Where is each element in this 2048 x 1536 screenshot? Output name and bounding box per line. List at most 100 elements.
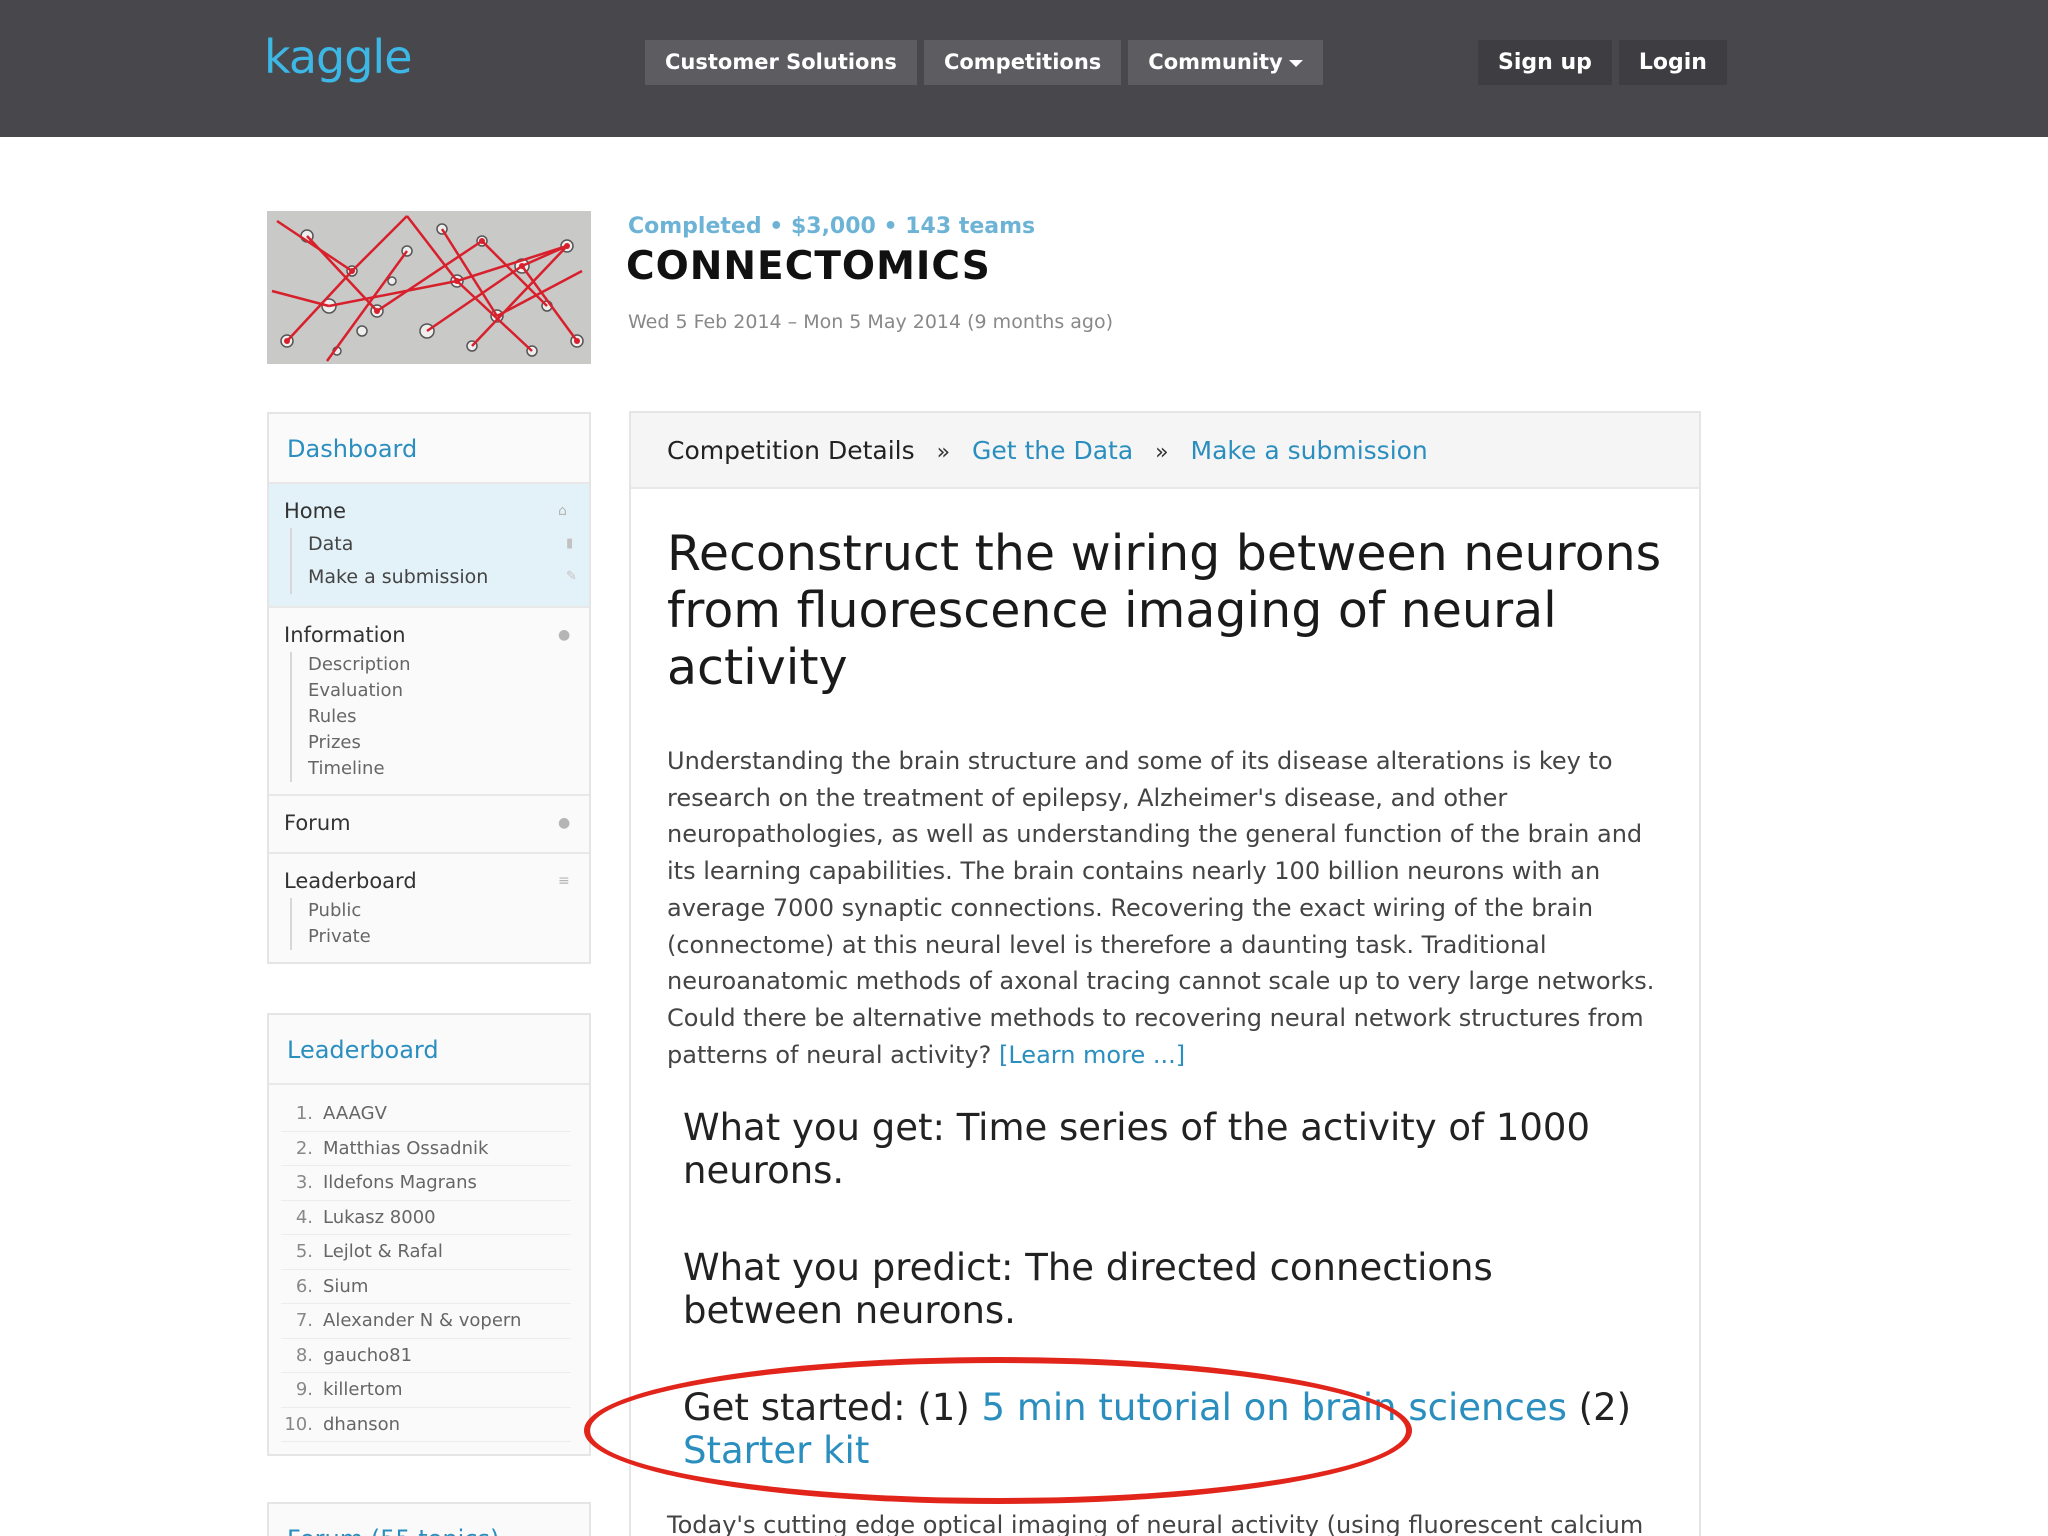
sidebar-item-leaderboard[interactable]: Leaderboard ≡ [284, 864, 574, 898]
leaderboard-team-name[interactable]: dhanson [323, 1414, 400, 1435]
kaggle-logo[interactable]: kaggle [264, 30, 412, 84]
leaderboard-list: 1. AAAGV 2. Matthias Ossadnik 3. Ildefons Mag… [269, 1085, 589, 1454]
competition-description: Understanding the brain structure and so… [667, 743, 1677, 1073]
nav-group-forum: Forum ● [269, 796, 589, 854]
leaderboard-row[interactable]: 8. gaucho81 [281, 1339, 571, 1373]
leaderboard-team-name[interactable]: Alexander N & vopern [323, 1310, 521, 1331]
annotation-ellipse [584, 1357, 1412, 1504]
leaderboard-row[interactable]: 4. Lukasz 8000 [281, 1201, 571, 1235]
competition-dates: Wed 5 Feb 2014 – Mon 5 May 2014 (9 month… [628, 311, 1114, 333]
leaderboard-rank: 2. [295, 1137, 313, 1159]
leaderboard-rank: 8. [295, 1344, 313, 1366]
sidebar-item-forum[interactable]: Forum ● [284, 806, 574, 840]
leaderboard-rank: 7. [295, 1310, 313, 1332]
leaderboard-team-name[interactable]: gaucho81 [323, 1345, 412, 1366]
neuron-network-image [267, 211, 591, 364]
learn-more-link[interactable]: [Learn more ...] [999, 1041, 1185, 1069]
what-you-get: What you get: Time series of the activit… [683, 1106, 1590, 1192]
leaderboard-row[interactable]: 7. Alexander N & vopern [281, 1304, 571, 1339]
sidebar-item-description[interactable]: Description [308, 652, 574, 678]
trash-icon: ▮ [566, 536, 574, 551]
leaderboard-rank: 10. [284, 1413, 313, 1435]
leaderboard-row[interactable]: 5. Lejlot & Rafal [281, 1235, 571, 1270]
breadcrumb-get-data-link[interactable]: Get the Data [972, 436, 1133, 465]
home-icon: ⌂ [558, 503, 567, 519]
breadcrumb-separator: » [1155, 440, 1169, 465]
leaderboard-team-name[interactable]: Matthias Ossadnik [323, 1138, 488, 1159]
leaderboard-team-name[interactable]: AAAGV [323, 1103, 387, 1124]
nav-group-home: Home ⌂ Data ▮ Make a submission ✎ [269, 484, 589, 608]
sidebar-item-prizes[interactable]: Prizes [308, 730, 574, 756]
leaderboard-sublist: Public Private [290, 898, 574, 950]
information-sublist: Description Evaluation Rules Prizes Time… [290, 652, 574, 782]
forum-panel-title[interactable]: Forum (55 topics) [269, 1504, 589, 1536]
competition-status: Completed • $3,000 • 143 teams [628, 214, 1036, 239]
leaderboard-panel-title[interactable]: Leaderboard [269, 1015, 589, 1085]
leaderboard-row[interactable]: 1. AAAGV [281, 1097, 571, 1132]
login-button[interactable]: Login [1618, 40, 1727, 85]
leaderboard-rank: 3. [295, 1172, 313, 1194]
what-you-predict: What you predict: The directed connectio… [683, 1246, 1493, 1332]
nav-group-leaderboard: Leaderboard ≡ Public Private [269, 854, 589, 962]
leaderboard-row[interactable]: 10. dhanson [281, 1408, 571, 1442]
competition-title: CONNECTOMICS [626, 244, 991, 289]
leaderboard-panel: Leaderboard 1. AAAGV 2. Matthias Ossadnik 3.… [267, 1013, 591, 1456]
leaderboard-team-name[interactable]: Lejlot & Rafal [323, 1241, 443, 1262]
dashboard-title[interactable]: Dashboard [269, 414, 589, 484]
competition-headline: Reconstruct the wiring between neurons f… [667, 525, 1662, 696]
sidebar-item-data-label: Data [308, 533, 354, 555]
nav-group-information: Information ● Description Evaluation Rul… [269, 608, 589, 796]
leaderboard-row[interactable]: 9. killertom [281, 1373, 571, 1408]
signup-button[interactable]: Sign up [1478, 40, 1612, 85]
leaderboard-rank: 4. [295, 1206, 313, 1228]
leaderboard-team-name[interactable]: Lukasz 8000 [323, 1207, 436, 1228]
breadcrumb-current: Competition Details [667, 436, 915, 465]
sidebar-item-data[interactable]: Data ▮ [308, 528, 574, 561]
sidebar-item-information[interactable]: Information ● [284, 618, 574, 652]
breadcrumb-separator: » [936, 440, 951, 465]
bottom-text: Today's cutting edge optical imaging of … [667, 1511, 1644, 1536]
sidebar-item-leaderboard-label: Leaderboard [284, 869, 417, 893]
auth-buttons: Sign up Login [1478, 40, 1727, 85]
edit-icon: ✎ [566, 569, 577, 584]
top-navbar: kaggle Customer Solutions Competitions C… [0, 0, 2048, 137]
competition-image [267, 211, 591, 364]
leaderboard-team-name[interactable]: killertom [323, 1379, 403, 1400]
info-icon: ● [558, 627, 571, 643]
leaderboard-team-name[interactable]: Sium [323, 1276, 368, 1297]
leaderboard-rank: 9. [295, 1379, 313, 1401]
get-started-mid: (2) [1566, 1386, 1632, 1429]
leaderboard-rank: 6. [295, 1275, 313, 1297]
chevron-down-icon [1288, 59, 1303, 67]
sidebar-item-forum-label: Forum [284, 811, 351, 835]
leaderboard-team-name[interactable]: Ildefons Magrans [323, 1172, 477, 1193]
sidebar-item-make-submission[interactable]: Make a submission ✎ [308, 561, 577, 594]
dashboard-panel: Dashboard Home ⌂ Data ▮ Make a submissio… [267, 412, 591, 964]
forum-panel: Forum (55 topics) [267, 1502, 591, 1536]
sidebar-item-private[interactable]: Private [308, 924, 574, 950]
sidebar-item-timeline[interactable]: Timeline [308, 756, 574, 782]
leaderboard-rank: 5. [295, 1241, 313, 1263]
nav-community-label: Community [1148, 50, 1283, 74]
leaderboard-row[interactable]: 6. Sium [281, 1270, 571, 1304]
nav-community[interactable]: Community [1128, 40, 1323, 85]
sidebar-item-evaluation[interactable]: Evaluation [308, 678, 574, 704]
sidebar-item-home[interactable]: Home ⌂ [284, 494, 574, 528]
breadcrumb-make-submission-link[interactable]: Make a submission [1191, 436, 1428, 465]
sidebar-item-rules[interactable]: Rules [308, 704, 574, 730]
sidebar-item-public[interactable]: Public [308, 898, 574, 924]
list-icon: ≡ [558, 873, 570, 889]
home-sublist: Data ▮ Make a submission ✎ [290, 528, 577, 594]
breadcrumb: Competition Details » Get the Data » Mak… [631, 413, 1699, 489]
leaderboard-rank: 1. [295, 1103, 313, 1125]
nav-competitions[interactable]: Competitions [923, 40, 1122, 85]
comment-icon: ● [558, 815, 571, 831]
sidebar-item-home-label: Home [284, 499, 347, 523]
description-text: Understanding the brain structure and so… [667, 747, 1655, 1069]
main-nav: Customer Solutions Competitions Communit… [645, 40, 1323, 85]
nav-customer-solutions[interactable]: Customer Solutions [645, 40, 917, 85]
leaderboard-row[interactable]: 2. Matthias Ossadnik [281, 1132, 571, 1166]
sidebar-item-make-submission-label: Make a submission [308, 566, 489, 588]
leaderboard-row[interactable]: 3. Ildefons Magrans [281, 1166, 571, 1201]
sidebar-item-information-label: Information [284, 623, 406, 647]
